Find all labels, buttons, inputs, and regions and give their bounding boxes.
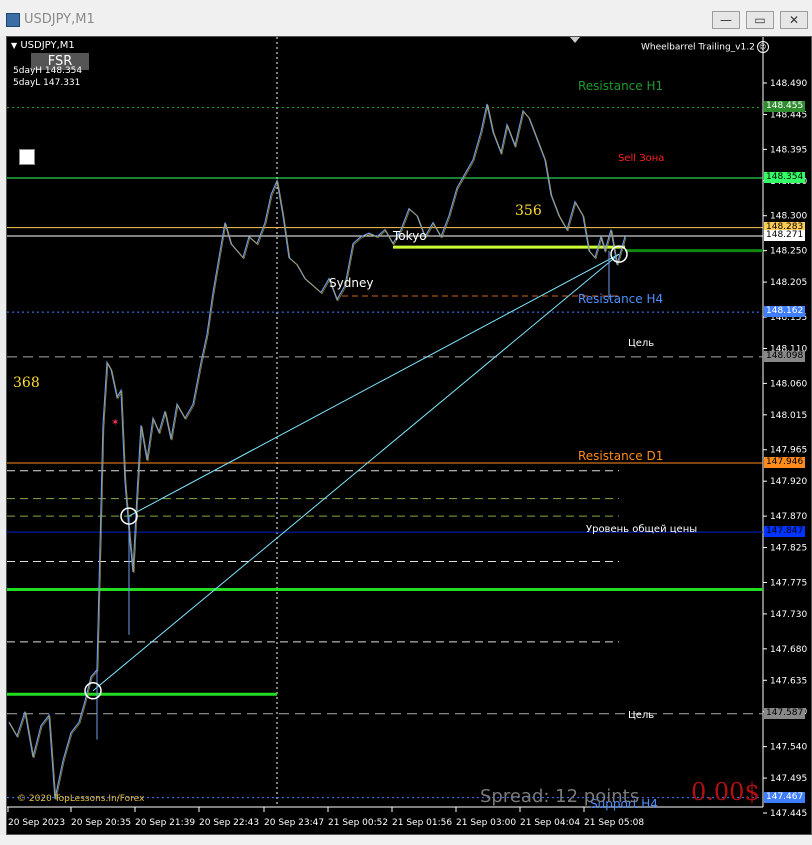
price-axis-label: 148.250 xyxy=(770,247,807,257)
copyright-text: © 2020 TopLessons.In/Forex xyxy=(17,794,145,804)
session-sydney: Sydney xyxy=(329,276,374,290)
price-axis-label: 148.395 xyxy=(770,145,807,155)
chart-area[interactable]: ✶148.490148.445148.395148.350148.300148.… xyxy=(6,36,812,835)
level-label-resistance-d1: Resistance D1 xyxy=(578,449,664,463)
spread-display: Spread: 12 points xyxy=(480,786,640,807)
level-label-sell-zone: Sell Зона xyxy=(618,153,665,164)
price-axis-label: 147.730 xyxy=(770,610,807,620)
price-axis-label: 148.300 xyxy=(770,212,807,222)
time-axis-label: 20 Sep 2023 xyxy=(8,818,65,828)
price-axis-label: 147.635 xyxy=(770,676,807,686)
symbol-label: USDJPY,M1 xyxy=(20,40,75,51)
price-axis-label: 147.680 xyxy=(770,645,807,655)
time-axis-label: 21 Sep 03:00 xyxy=(456,818,516,828)
price-badge: 147.946 xyxy=(764,457,805,468)
price-badge: 147.587 xyxy=(764,707,805,719)
app-icon xyxy=(6,13,20,27)
time-axis-label: 21 Sep 00:52 xyxy=(328,818,388,828)
close-button[interactable]: ✕ xyxy=(780,11,808,29)
time-axis-label: 20 Sep 23:47 xyxy=(264,818,324,828)
price-axis-label: 147.495 xyxy=(770,774,807,784)
level-label-resistance-h4: Resistance H4 xyxy=(578,292,664,306)
bar-count-mid: 356 xyxy=(515,203,542,219)
time-axis-label: 20 Sep 21:39 xyxy=(135,818,195,828)
price-axis-label: 148.205 xyxy=(770,278,807,288)
time-axis-label: 21 Sep 04:04 xyxy=(520,818,580,828)
price-axis-label: 147.775 xyxy=(770,578,807,588)
time-axis-label: 21 Sep 01:56 xyxy=(392,818,452,828)
price-chart-canvas[interactable]: ✶148.490148.445148.395148.350148.300148.… xyxy=(7,37,811,834)
indicator-title: Wheelbarrel Trailing_v1.2 ☺ xyxy=(641,41,769,53)
time-axis-label: 20 Sep 20:35 xyxy=(71,818,131,828)
price-badge: 147.847 xyxy=(764,526,805,538)
close-icon: ✕ xyxy=(788,13,800,27)
trend-line-2 xyxy=(128,253,620,517)
price-axis-label: 147.920 xyxy=(770,477,807,487)
level-label-common-price: Уровень общей цены xyxy=(586,524,698,535)
trend-line xyxy=(92,253,620,692)
profit-display: 0.00$ xyxy=(691,778,760,806)
price-axis-label: 147.965 xyxy=(770,446,807,456)
price-badge: 148.162 xyxy=(764,306,805,318)
price-axis-label: 148.015 xyxy=(770,411,807,421)
price-axis-label: 148.490 xyxy=(770,79,807,89)
price-axis-label: 147.870 xyxy=(770,512,807,522)
price-badge: 147.467 xyxy=(764,791,805,803)
level-label-target-upper: Цель xyxy=(628,338,655,349)
window-titlebar: USDJPY,M1 — ▭ ✕ xyxy=(0,0,812,36)
price-badge: 148.271 xyxy=(764,230,805,241)
red-star-icon: ✶ xyxy=(111,417,119,428)
scroll-marker-icon xyxy=(570,37,580,43)
five-day-low: 5dayL 147.331 xyxy=(13,78,81,88)
object-anchor-square[interactable] xyxy=(19,149,35,165)
dropdown-triangle-icon[interactable]: ▼ xyxy=(11,41,17,50)
time-axis-label: 21 Sep 05:08 xyxy=(584,818,644,828)
restore-button[interactable]: ▭ xyxy=(746,11,774,29)
price-axis-label: 147.825 xyxy=(770,544,807,554)
chart-symbol-header: ▼ USDJPY,M1 xyxy=(11,40,75,51)
price-badge: 148.455 xyxy=(764,101,805,113)
price-axis-label: 147.540 xyxy=(770,743,807,753)
session-tokyo: Tokyo xyxy=(393,229,427,243)
restore-icon: ▭ xyxy=(754,13,766,27)
bar-count-left: 368 xyxy=(13,375,40,391)
status-bar xyxy=(0,835,812,845)
level-label-target-lower: Цель xyxy=(628,710,655,721)
level-label-resistance-h1: Resistance H1 xyxy=(578,79,664,93)
smiley-icon: ☺ xyxy=(756,41,769,53)
price-axis-label: 147.445 xyxy=(770,809,807,819)
window-title: USDJPY,M1 xyxy=(24,12,95,27)
price-badge: 148.354 xyxy=(764,172,805,183)
minimize-button[interactable]: — xyxy=(712,11,740,29)
price-badge: 148.098 xyxy=(764,350,805,362)
time-axis-label: 20 Sep 22:43 xyxy=(199,818,259,828)
five-day-high: 5dayH 148.354 xyxy=(13,66,83,76)
minimize-icon: — xyxy=(720,13,732,27)
price-axis-label: 148.060 xyxy=(770,379,807,389)
indicator-name: Wheelbarrel Trailing_v1.2 xyxy=(641,42,755,53)
